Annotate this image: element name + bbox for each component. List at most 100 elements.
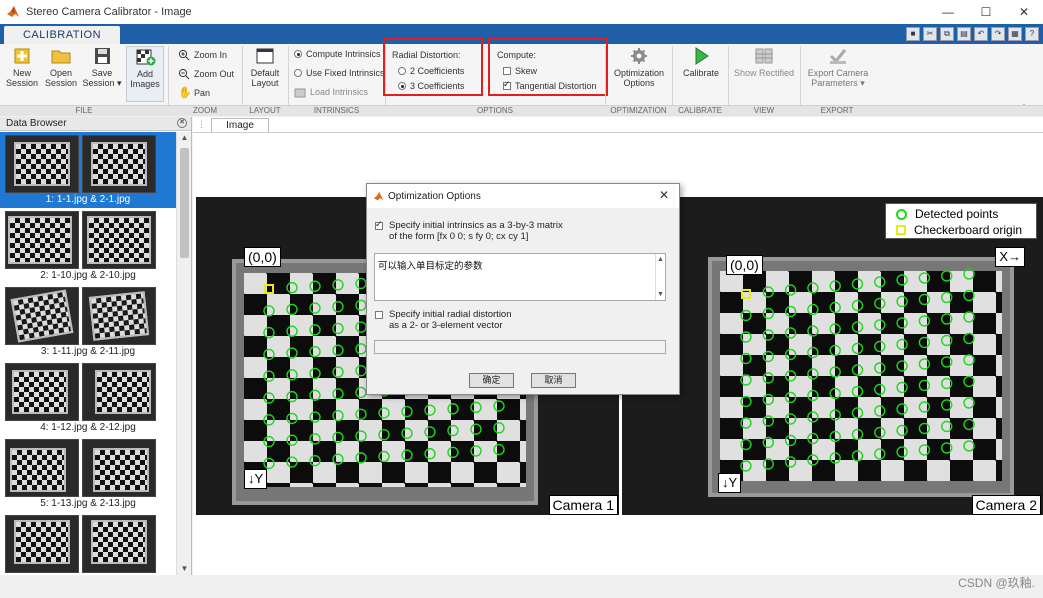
initial-intrinsics-textarea[interactable]: 可以输入单目标定的参数 ▲ ▼ <box>374 253 666 301</box>
default-layout-button[interactable]: Default Layout <box>246 46 284 88</box>
gear-icon <box>631 48 647 64</box>
data-browser-header: Data Browser ✕ <box>0 117 191 131</box>
qat-cut-icon[interactable]: ✂ <box>923 27 937 41</box>
three-coefficients-radio[interactable]: 3 Coefficients <box>398 81 464 91</box>
tab-calibration[interactable]: CALIBRATION <box>4 26 120 44</box>
use-fixed-intrinsics-radio[interactable]: Use Fixed Intrinsics <box>294 68 385 78</box>
ok-button[interactable]: 确定 <box>469 373 514 388</box>
detected-point <box>355 430 367 442</box>
detected-point <box>918 315 931 327</box>
list-item[interactable]: 5: 1-13.jpg & 2-13.jpg <box>0 436 176 512</box>
panel-grip-icon[interactable]: ⋮ <box>197 119 206 130</box>
detected-point <box>332 300 344 313</box>
detected-point <box>470 445 482 457</box>
maximize-button[interactable]: ☐ <box>967 0 1005 24</box>
qat-paste-icon[interactable]: ▤ <box>957 27 971 41</box>
list-item[interactable] <box>0 512 176 575</box>
tangential-distortion-checkbox[interactable]: Tangential Distortion <box>503 79 597 91</box>
load-intrinsics-button[interactable]: Load Intrinsics <box>294 86 368 98</box>
detected-point <box>784 391 797 404</box>
detected-point <box>941 334 953 347</box>
detected-point <box>807 325 819 337</box>
minimize-button[interactable]: — <box>929 0 967 24</box>
initial-intrinsics-checkbox[interactable]: Specify initial intrinsics as a 3-by-3 m… <box>375 219 563 242</box>
save-session-button[interactable]: Save Session ▾ <box>82 46 122 88</box>
export-check-icon <box>829 49 847 64</box>
detected-point <box>829 452 841 464</box>
zoom-out-icon <box>178 68 190 80</box>
detected-point <box>762 436 775 449</box>
dialog-close-icon[interactable]: ✕ <box>659 188 669 202</box>
detected-point <box>309 454 321 467</box>
detected-point <box>355 299 367 311</box>
detected-point <box>424 448 436 460</box>
detected-point <box>493 422 505 434</box>
thumbnail-camera2 <box>82 439 156 497</box>
scroll-down-icon[interactable]: ▼ <box>177 563 192 575</box>
panel-close-icon[interactable]: ✕ <box>177 118 187 128</box>
new-session-button[interactable]: New Session <box>3 46 41 88</box>
detected-point <box>807 411 819 423</box>
y-axis-label-camera2: ↓Y <box>718 473 742 493</box>
detected-point <box>784 456 797 468</box>
detected-point <box>740 374 752 386</box>
optimization-options-button[interactable]: Optimization Options <box>610 46 668 88</box>
detected-point <box>286 303 298 316</box>
qat-save-icon[interactable]: ■ <box>906 27 920 41</box>
show-rectified-button[interactable]: Show Rectified <box>732 46 796 78</box>
detected-point <box>784 434 797 447</box>
detected-point <box>309 324 321 336</box>
separator <box>672 46 673 112</box>
list-item[interactable]: 2: 1-10.jpg & 2-10.jpg <box>0 208 176 284</box>
scrollbar-thumb[interactable] <box>180 148 189 258</box>
qat-help-icon[interactable]: ? <box>1025 27 1039 41</box>
detected-points-camera2 <box>740 268 975 472</box>
list-item[interactable]: 1: 1-1.jpg & 2-1.jpg <box>0 132 176 208</box>
scroll-down-icon[interactable]: ▼ <box>657 291 664 298</box>
compute-intrinsics-radio[interactable]: Compute Intrinsics <box>294 49 381 59</box>
radial-distortion-input[interactable] <box>374 340 666 354</box>
qat-copy-icon[interactable]: ⧉ <box>940 27 954 41</box>
camera2-image[interactable]: (0,0) ↓Y X→ Camera 2 Detected points Che… <box>622 197 1043 515</box>
tab-image[interactable]: Image <box>211 118 269 132</box>
status-bar <box>0 575 1043 598</box>
cancel-button[interactable]: 取消 <box>531 373 576 388</box>
detected-point <box>784 348 797 361</box>
detected-point <box>263 326 275 339</box>
section-options: OPTIONS <box>476 106 513 115</box>
detected-point <box>851 321 864 333</box>
checkerboard-origin-marker <box>741 289 751 299</box>
thumbnail-camera1 <box>5 515 79 573</box>
detected-point <box>851 450 864 462</box>
scroll-up-icon[interactable]: ▲ <box>177 132 192 144</box>
section-file: FILE <box>75 106 93 115</box>
pan-button[interactable]: ✋ Pan <box>178 87 210 99</box>
separator <box>288 46 289 112</box>
calibrate-button[interactable]: Calibrate <box>676 46 726 78</box>
close-window-button[interactable]: ✕ <box>1005 0 1043 24</box>
checkbox-indicator <box>503 67 511 75</box>
layout-window-icon <box>256 48 274 64</box>
skew-checkbox[interactable]: Skew <box>503 66 537 76</box>
add-images-button[interactable]: Add Images <box>126 46 164 102</box>
detected-point <box>851 385 864 398</box>
qat-redo-icon[interactable]: ↷ <box>991 27 1005 41</box>
add-images-icon <box>136 49 156 66</box>
list-item[interactable]: 4: 1-12.jpg & 2-12.jpg <box>0 360 176 436</box>
open-session-button[interactable]: Open Session <box>42 46 80 88</box>
qat-undo-icon[interactable]: ↶ <box>974 27 988 41</box>
scroll-up-icon[interactable]: ▲ <box>657 256 664 263</box>
thumbnail-camera2 <box>82 211 156 269</box>
detected-point <box>896 446 908 458</box>
zoom-in-button[interactable]: Zoom In <box>178 49 227 61</box>
zoom-out-button[interactable]: Zoom Out <box>178 68 234 80</box>
qat-layout-icon[interactable]: ▦ <box>1008 27 1022 41</box>
export-camera-parameters-button[interactable]: Export Camera Parameters ▾ <box>806 46 870 88</box>
detected-point <box>263 435 275 448</box>
initial-radial-distortion-checkbox[interactable]: Specify initial radial distortion as a 2… <box>375 309 512 331</box>
detected-point <box>740 417 752 429</box>
two-coefficients-radio[interactable]: 2 Coefficients <box>398 66 464 76</box>
browser-scrollbar[interactable]: ▲ ▼ <box>176 132 191 575</box>
list-item[interactable]: 3: 1-11.jpg & 2-11.jpg <box>0 284 176 360</box>
textarea-scrollbar[interactable]: ▲ ▼ <box>655 254 665 300</box>
